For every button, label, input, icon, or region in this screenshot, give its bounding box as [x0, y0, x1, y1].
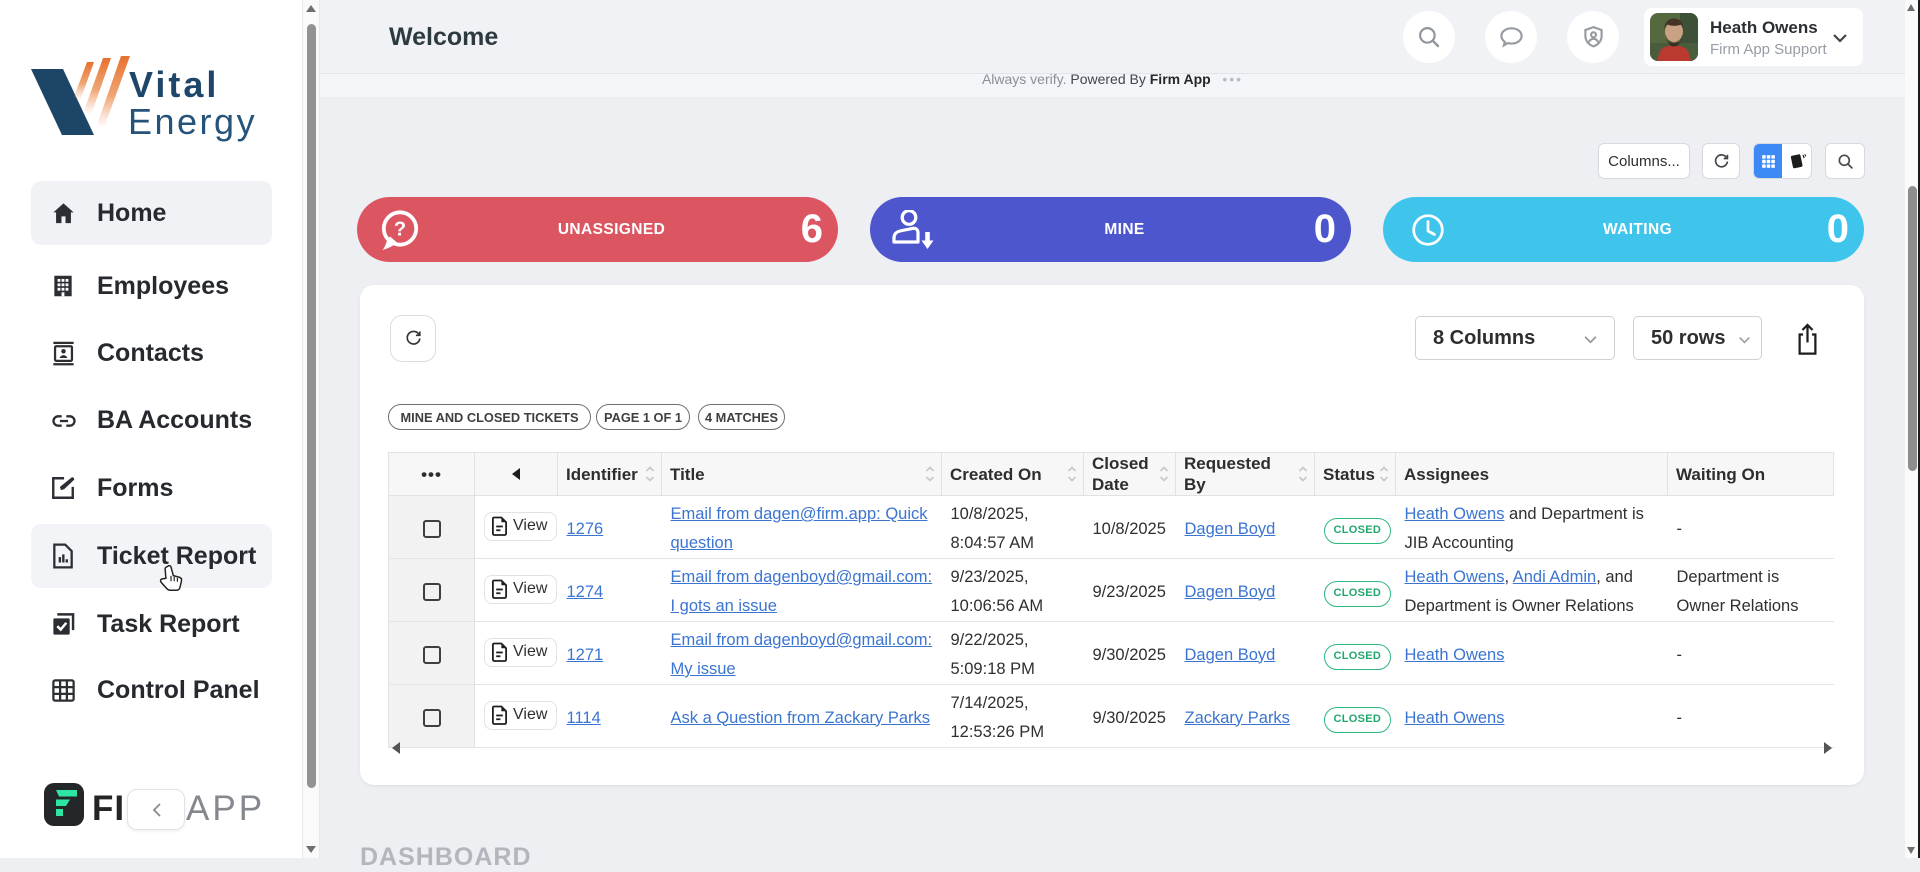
svg-text:Energy: Energy: [128, 101, 257, 142]
svg-text:Vital: Vital: [129, 64, 219, 105]
